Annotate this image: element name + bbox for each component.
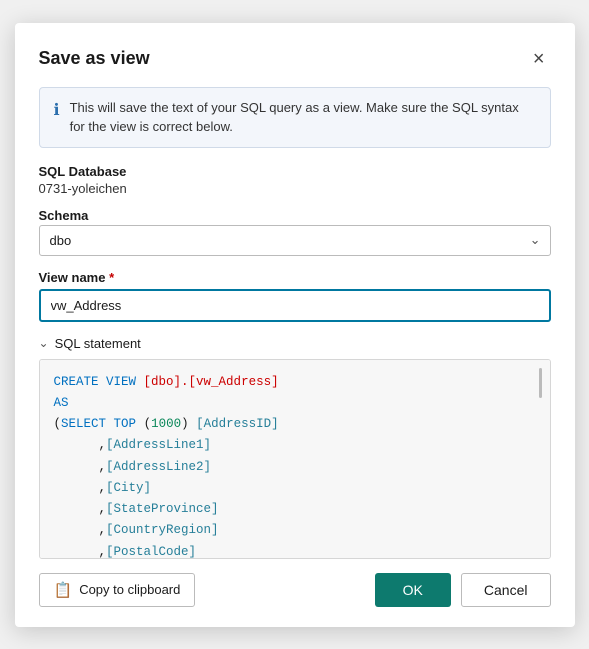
sql-toggle-label: SQL statement	[55, 336, 141, 351]
copy-to-clipboard-button[interactable]: 📋 Copy to clipboard	[39, 573, 196, 607]
dialog-header: Save as view ×	[39, 47, 551, 71]
sql-line-7: ,[StateProvince]	[54, 499, 536, 520]
sql-line-5: ,[AddressLine2]	[54, 457, 536, 478]
database-value: 0731-yoleichen	[39, 181, 551, 196]
copy-icon: 📋	[54, 581, 73, 599]
close-button[interactable]: ×	[527, 47, 551, 71]
action-buttons: OK Cancel	[375, 573, 551, 607]
view-name-label: View name *	[39, 270, 551, 285]
sql-line-4: ,[AddressLine1]	[54, 435, 536, 456]
sql-line-1: CREATE VIEW [dbo].[vw_Address]	[54, 372, 536, 393]
required-star: *	[109, 270, 114, 285]
copy-button-label: Copy to clipboard	[79, 582, 180, 597]
dialog-title: Save as view	[39, 48, 150, 69]
sql-line-9: ,[PostalCode]	[54, 542, 536, 559]
save-as-view-dialog: Save as view × ℹ This will save the text…	[15, 23, 575, 627]
sql-line-6: ,[City]	[54, 478, 536, 499]
sql-line-2: AS	[54, 393, 536, 414]
sql-line-3: (SELECT TOP (1000) [AddressID]	[54, 414, 536, 435]
sql-code-box[interactable]: CREATE VIEW [dbo].[vw_Address] AS (SELEC…	[39, 359, 551, 559]
cancel-button[interactable]: Cancel	[461, 573, 551, 607]
sql-statement-section: ⌄ SQL statement CREATE VIEW [dbo].[vw_Ad…	[39, 336, 551, 559]
ok-button[interactable]: OK	[375, 573, 451, 607]
sql-toggle[interactable]: ⌄ SQL statement	[39, 336, 551, 351]
scrollbar-hint	[539, 368, 542, 398]
view-name-input[interactable]	[39, 289, 551, 322]
dialog-footer: 📋 Copy to clipboard OK Cancel	[39, 573, 551, 607]
schema-select[interactable]: dbo sys guest	[39, 225, 551, 256]
info-banner: ℹ This will save the text of your SQL qu…	[39, 87, 551, 148]
info-icon: ℹ	[54, 99, 60, 123]
schema-select-wrapper: dbo sys guest ⌄	[39, 225, 551, 256]
sql-toggle-chevron-icon: ⌄	[39, 336, 49, 350]
info-text: This will save the text of your SQL quer…	[70, 98, 536, 137]
database-label: SQL Database	[39, 164, 551, 179]
schema-label: Schema	[39, 208, 551, 223]
sql-line-8: ,[CountryRegion]	[54, 520, 536, 541]
